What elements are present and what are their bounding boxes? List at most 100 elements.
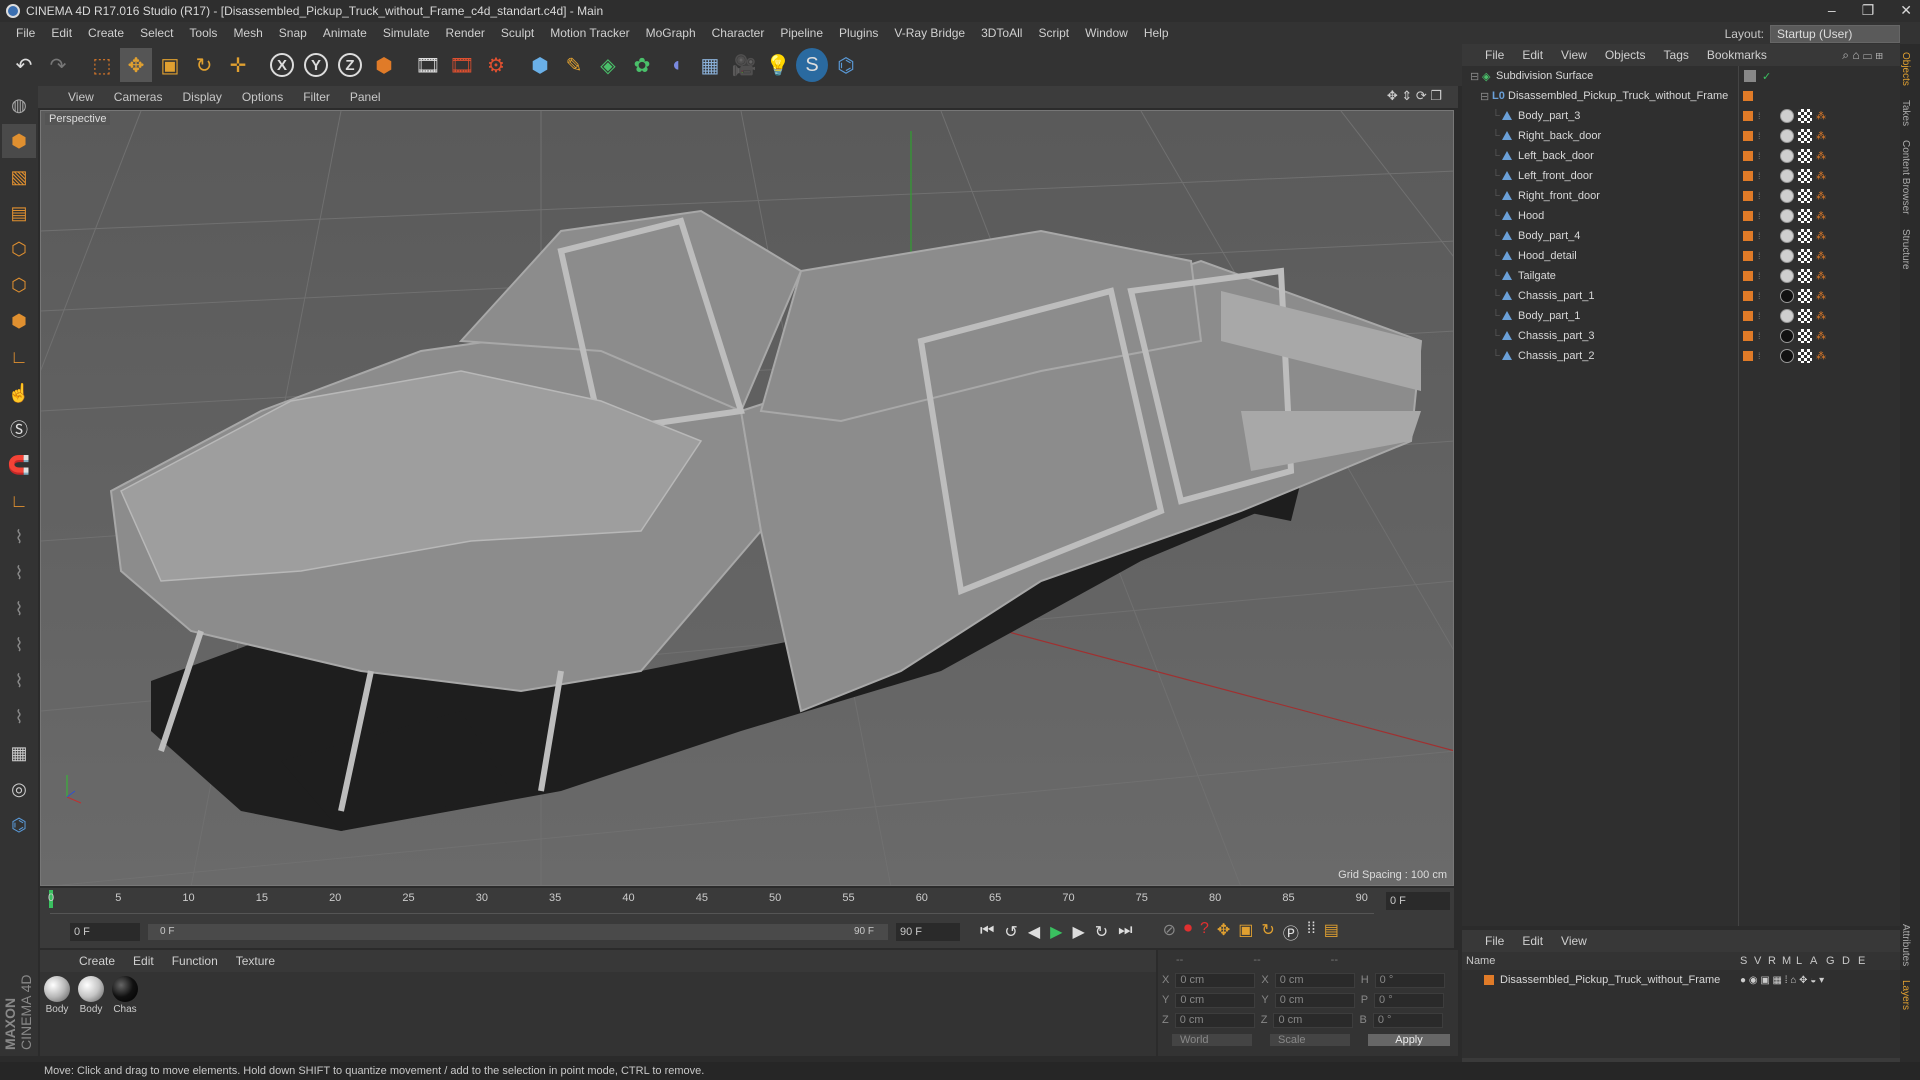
layer-color-swatch[interactable] xyxy=(1743,231,1753,241)
record-icon[interactable]: ⏺ xyxy=(1184,920,1192,944)
tab-content-browser[interactable]: Content Browser xyxy=(1900,140,1911,214)
lm-menu-file[interactable]: File xyxy=(1476,934,1513,948)
layer-color-swatch[interactable] xyxy=(1743,171,1753,181)
visibility-dots-icon[interactable]: ⁞ xyxy=(1758,231,1761,241)
timeline-window-icon[interactable]: ▤ xyxy=(1324,920,1339,944)
world-coord-icon[interactable]: ⬢ xyxy=(368,48,400,82)
viewport-camera-label[interactable]: Perspective xyxy=(45,113,111,125)
material-menu-texture[interactable]: Texture xyxy=(227,954,284,968)
key-position-icon[interactable]: ✥ xyxy=(1217,920,1230,944)
layer-color-swatch[interactable] xyxy=(1743,211,1753,221)
phong-tag-icon[interactable]: ⁂ xyxy=(1816,171,1826,182)
magnet-icon[interactable]: 🧲 xyxy=(2,448,36,482)
workplane-icon[interactable]: ▤ xyxy=(2,196,36,230)
visibility-dots-icon[interactable]: ⁞ xyxy=(1758,311,1761,321)
sculpt-icon[interactable]: ⌇ xyxy=(2,592,36,626)
phong-tag-icon[interactable]: ⁂ xyxy=(1816,211,1826,222)
layer-color-swatch[interactable] xyxy=(1743,331,1753,341)
om-menu-view[interactable]: View xyxy=(1552,48,1596,62)
menu-create[interactable]: Create xyxy=(80,26,132,40)
rotate-icon[interactable]: ↻ xyxy=(188,48,220,82)
layer-color-swatch[interactable] xyxy=(1743,291,1753,301)
viewport-menu-view[interactable]: View xyxy=(58,90,104,104)
render-view-icon[interactable]: 🎞 xyxy=(412,48,444,82)
material-swatch[interactable]: Body xyxy=(76,976,106,1015)
solo-icon[interactable]: ⌇ xyxy=(2,664,36,698)
layer-color-swatch[interactable] xyxy=(1743,151,1753,161)
floor-icon[interactable]: ▦ xyxy=(694,48,726,82)
texture-tag-icon[interactable] xyxy=(1798,109,1812,123)
tree-row-object[interactable]: └ Chassis_part_1 ⁞ ⁂ xyxy=(1462,286,1900,306)
menu-character[interactable]: Character xyxy=(704,26,773,40)
auto-key-icon[interactable]: ? xyxy=(1200,920,1209,944)
paint-icon[interactable]: ⌇ xyxy=(2,556,36,590)
script-icon[interactable]: S xyxy=(796,48,828,82)
om-menu-bookmarks[interactable]: Bookmarks xyxy=(1698,48,1776,62)
redo-icon[interactable]: ↷ xyxy=(42,48,74,82)
material-tag-icon[interactable] xyxy=(1780,249,1794,263)
size-z-field[interactable]: 0 cm xyxy=(1273,1012,1354,1028)
pen-icon[interactable]: ✎ xyxy=(558,48,590,82)
tab-takes[interactable]: Takes xyxy=(1900,100,1911,126)
material-tag-icon[interactable] xyxy=(1780,229,1794,243)
make-editable-icon[interactable]: ◍ xyxy=(2,88,36,122)
texture-tag-icon[interactable] xyxy=(1798,149,1812,163)
visibility-dots-icon[interactable]: ⁞ xyxy=(1758,111,1761,121)
model-mode-icon[interactable]: ⬢ xyxy=(2,124,36,158)
position-x-field[interactable]: 0 cm xyxy=(1175,972,1256,988)
layer-color-swatch[interactable] xyxy=(1743,311,1753,321)
live-selection-icon[interactable]: ⬚ xyxy=(86,48,118,82)
layer-color-swatch[interactable] xyxy=(1743,111,1753,121)
layer-color-swatch[interactable] xyxy=(1743,251,1753,261)
visibility-dots-icon[interactable]: ⁞ xyxy=(1758,131,1761,141)
lm-menu-view[interactable]: View xyxy=(1552,934,1596,948)
layer-color-swatch[interactable] xyxy=(1743,351,1753,361)
texture-tag-icon[interactable] xyxy=(1798,169,1812,183)
tree-row-subdivision[interactable]: ⊟ ◈ Subdivision Surface ✓ xyxy=(1462,66,1900,86)
phong-tag-icon[interactable]: ⁂ xyxy=(1816,251,1826,262)
python-icon[interactable]: ⌬ xyxy=(830,48,862,82)
grid-icon[interactable]: ▦ xyxy=(2,736,36,770)
viewport-menu-filter[interactable]: Filter xyxy=(293,90,340,104)
tree-row-object[interactable]: └ Body_part_4 ⁞ ⁂ xyxy=(1462,226,1900,246)
prev-key-icon[interactable]: ↺ xyxy=(1004,922,1017,942)
phong-tag-icon[interactable]: ⁂ xyxy=(1816,131,1826,142)
material-tag-icon[interactable] xyxy=(1780,169,1794,183)
layer-color-swatch[interactable] xyxy=(1743,131,1753,141)
rotation-p-field[interactable]: 0 ° xyxy=(1374,992,1445,1008)
motion-record-icon[interactable]: ⊘ xyxy=(1163,920,1176,944)
visibility-dots-icon[interactable]: ⁞ xyxy=(1758,171,1761,181)
start-frame-field[interactable]: 0 F xyxy=(70,923,140,941)
material-tag-icon[interactable] xyxy=(1780,129,1794,143)
texture-tag-icon[interactable] xyxy=(1798,249,1812,263)
texture-tag-icon[interactable] xyxy=(1798,189,1812,203)
key-pla-icon[interactable]: ⁞⁞ xyxy=(1307,920,1316,944)
points-mode-icon[interactable]: ⬡ xyxy=(2,232,36,266)
tab-attributes[interactable]: Attributes xyxy=(1900,924,1911,966)
viewport-nav-icons[interactable]: ✥ ⇕ ⟳ ❐ xyxy=(1377,88,1452,104)
menu-vray-bridge[interactable]: V-Ray Bridge xyxy=(886,26,973,40)
deformer-icon[interactable]: ◖ xyxy=(660,48,692,82)
menu-snap[interactable]: Snap xyxy=(271,26,315,40)
viewport-menu-options[interactable]: Options xyxy=(232,90,293,104)
phong-tag-icon[interactable]: ⁂ xyxy=(1816,231,1826,242)
material-menu-create[interactable]: Create xyxy=(70,954,124,968)
menu-edit[interactable]: Edit xyxy=(43,26,80,40)
level-of-detail-icon[interactable]: ◎ xyxy=(2,772,36,806)
position-y-field[interactable]: 0 cm xyxy=(1175,992,1256,1008)
viewport-menu-display[interactable]: Display xyxy=(172,90,231,104)
x-axis-icon[interactable]: X xyxy=(266,48,298,82)
material-swatch[interactable]: Body xyxy=(42,976,72,1015)
axis-mode-icon[interactable]: ∟ xyxy=(2,340,36,374)
next-key-icon[interactable]: ↻ xyxy=(1095,922,1108,942)
phong-tag-icon[interactable]: ⁂ xyxy=(1816,311,1826,322)
phong-tag-icon[interactable]: ⁂ xyxy=(1816,191,1826,202)
om-menu-file[interactable]: File xyxy=(1476,48,1513,62)
tree-row-object[interactable]: └ Chassis_part_2 ⁞ ⁂ xyxy=(1462,346,1900,366)
menu-window[interactable]: Window xyxy=(1077,26,1136,40)
menu-3dtoall[interactable]: 3DToAll xyxy=(973,26,1030,40)
render-picture-icon[interactable]: 🎞 xyxy=(446,48,478,82)
snap-icon[interactable]: Ⓢ xyxy=(2,412,36,446)
quantize-icon[interactable]: ∟ xyxy=(2,484,36,518)
coord-system-dropdown[interactable]: World xyxy=(1172,1034,1252,1046)
